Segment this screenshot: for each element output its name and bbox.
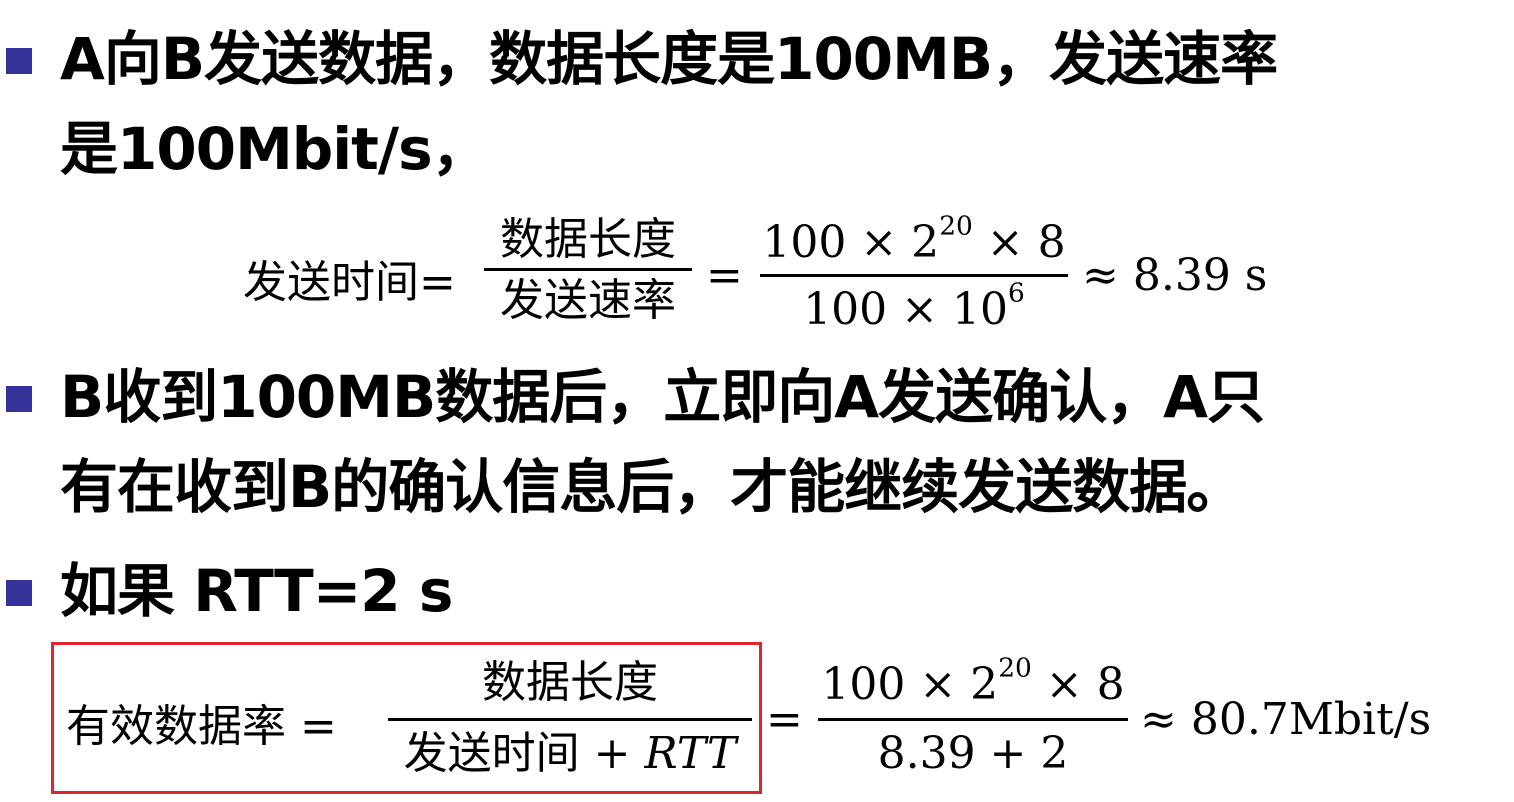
formula2-frac1-den-rtt: + RTT	[579, 728, 737, 779]
formula1-frac1-numerator: 数据长度	[500, 214, 676, 265]
bullet-marker-2	[6, 386, 32, 412]
formula2-frac1-numerator: 数据长度	[482, 657, 658, 708]
bullet-marker-1	[6, 48, 32, 74]
bullet-marker-3	[6, 580, 32, 606]
formula1-frac1-denominator: 发送速率	[500, 275, 676, 326]
formula1-frac2-num-exponent: 20	[939, 210, 973, 242]
formula1-lhs: 发送时间=	[243, 257, 456, 308]
formula1-equals: =	[706, 250, 743, 301]
formula1-frac2-numerator: 100 × 220 × 8	[760, 212, 1068, 274]
formula1-frac2-num-tail: × 8	[972, 217, 1066, 268]
formula2-fraction-2: 100 × 220 × 8 8.39 + 2	[818, 652, 1128, 781]
bullet-2-line-2: 有在收到B的确认信息后，才能继续发送数据。	[60, 453, 1244, 521]
formula1-frac2-den-exponent: 6	[1008, 277, 1025, 309]
formula1-fraction-2: 100 × 220 × 8 100 × 106	[760, 212, 1068, 337]
bullet-3-line-1: 如果 RTT=2 s	[60, 557, 453, 625]
formula2-frac2-num-tail: × 8	[1031, 659, 1125, 710]
formula1-frac2-num-base: 100 × 2	[762, 217, 940, 268]
formula2-lhs: 有效数据率 =	[66, 701, 337, 752]
formula2-result: ≈ 80.7Mbit/s	[1140, 694, 1432, 745]
formula2-frac2-num-base: 100 × 2	[821, 659, 999, 710]
formula1-frac2-den-base: 100 × 10	[803, 284, 1008, 335]
formula2-frac2-num-exponent: 20	[998, 652, 1032, 684]
formula2-frac2-denominator: 8.39 + 2	[877, 728, 1069, 779]
formula2-frac1-denominator: 发送时间 + RTT	[388, 721, 752, 781]
formula2-frac2-numerator: 100 × 220 × 8	[818, 652, 1128, 718]
formula1-result: ≈ 8.39 s	[1082, 250, 1268, 301]
formula1-frac2-denominator: 100 × 106	[760, 277, 1068, 337]
formula2-frac1-den-text: 发送时间	[403, 728, 580, 779]
bullet-1-line-2: 是100Mbit/s，	[60, 115, 490, 183]
bullet-1-line-1: A向B发送数据，数据长度是100MB，发送速率	[60, 25, 1278, 93]
formula1-fraction-1: 数据长度 发送速率	[484, 212, 692, 327]
formula2-fraction-1: 数据长度 发送时间 + RTT	[388, 652, 752, 781]
formula2-equals: =	[766, 694, 803, 745]
bullet-2-line-1: B收到100MB数据后，立即向A发送确认，A只	[60, 363, 1265, 431]
